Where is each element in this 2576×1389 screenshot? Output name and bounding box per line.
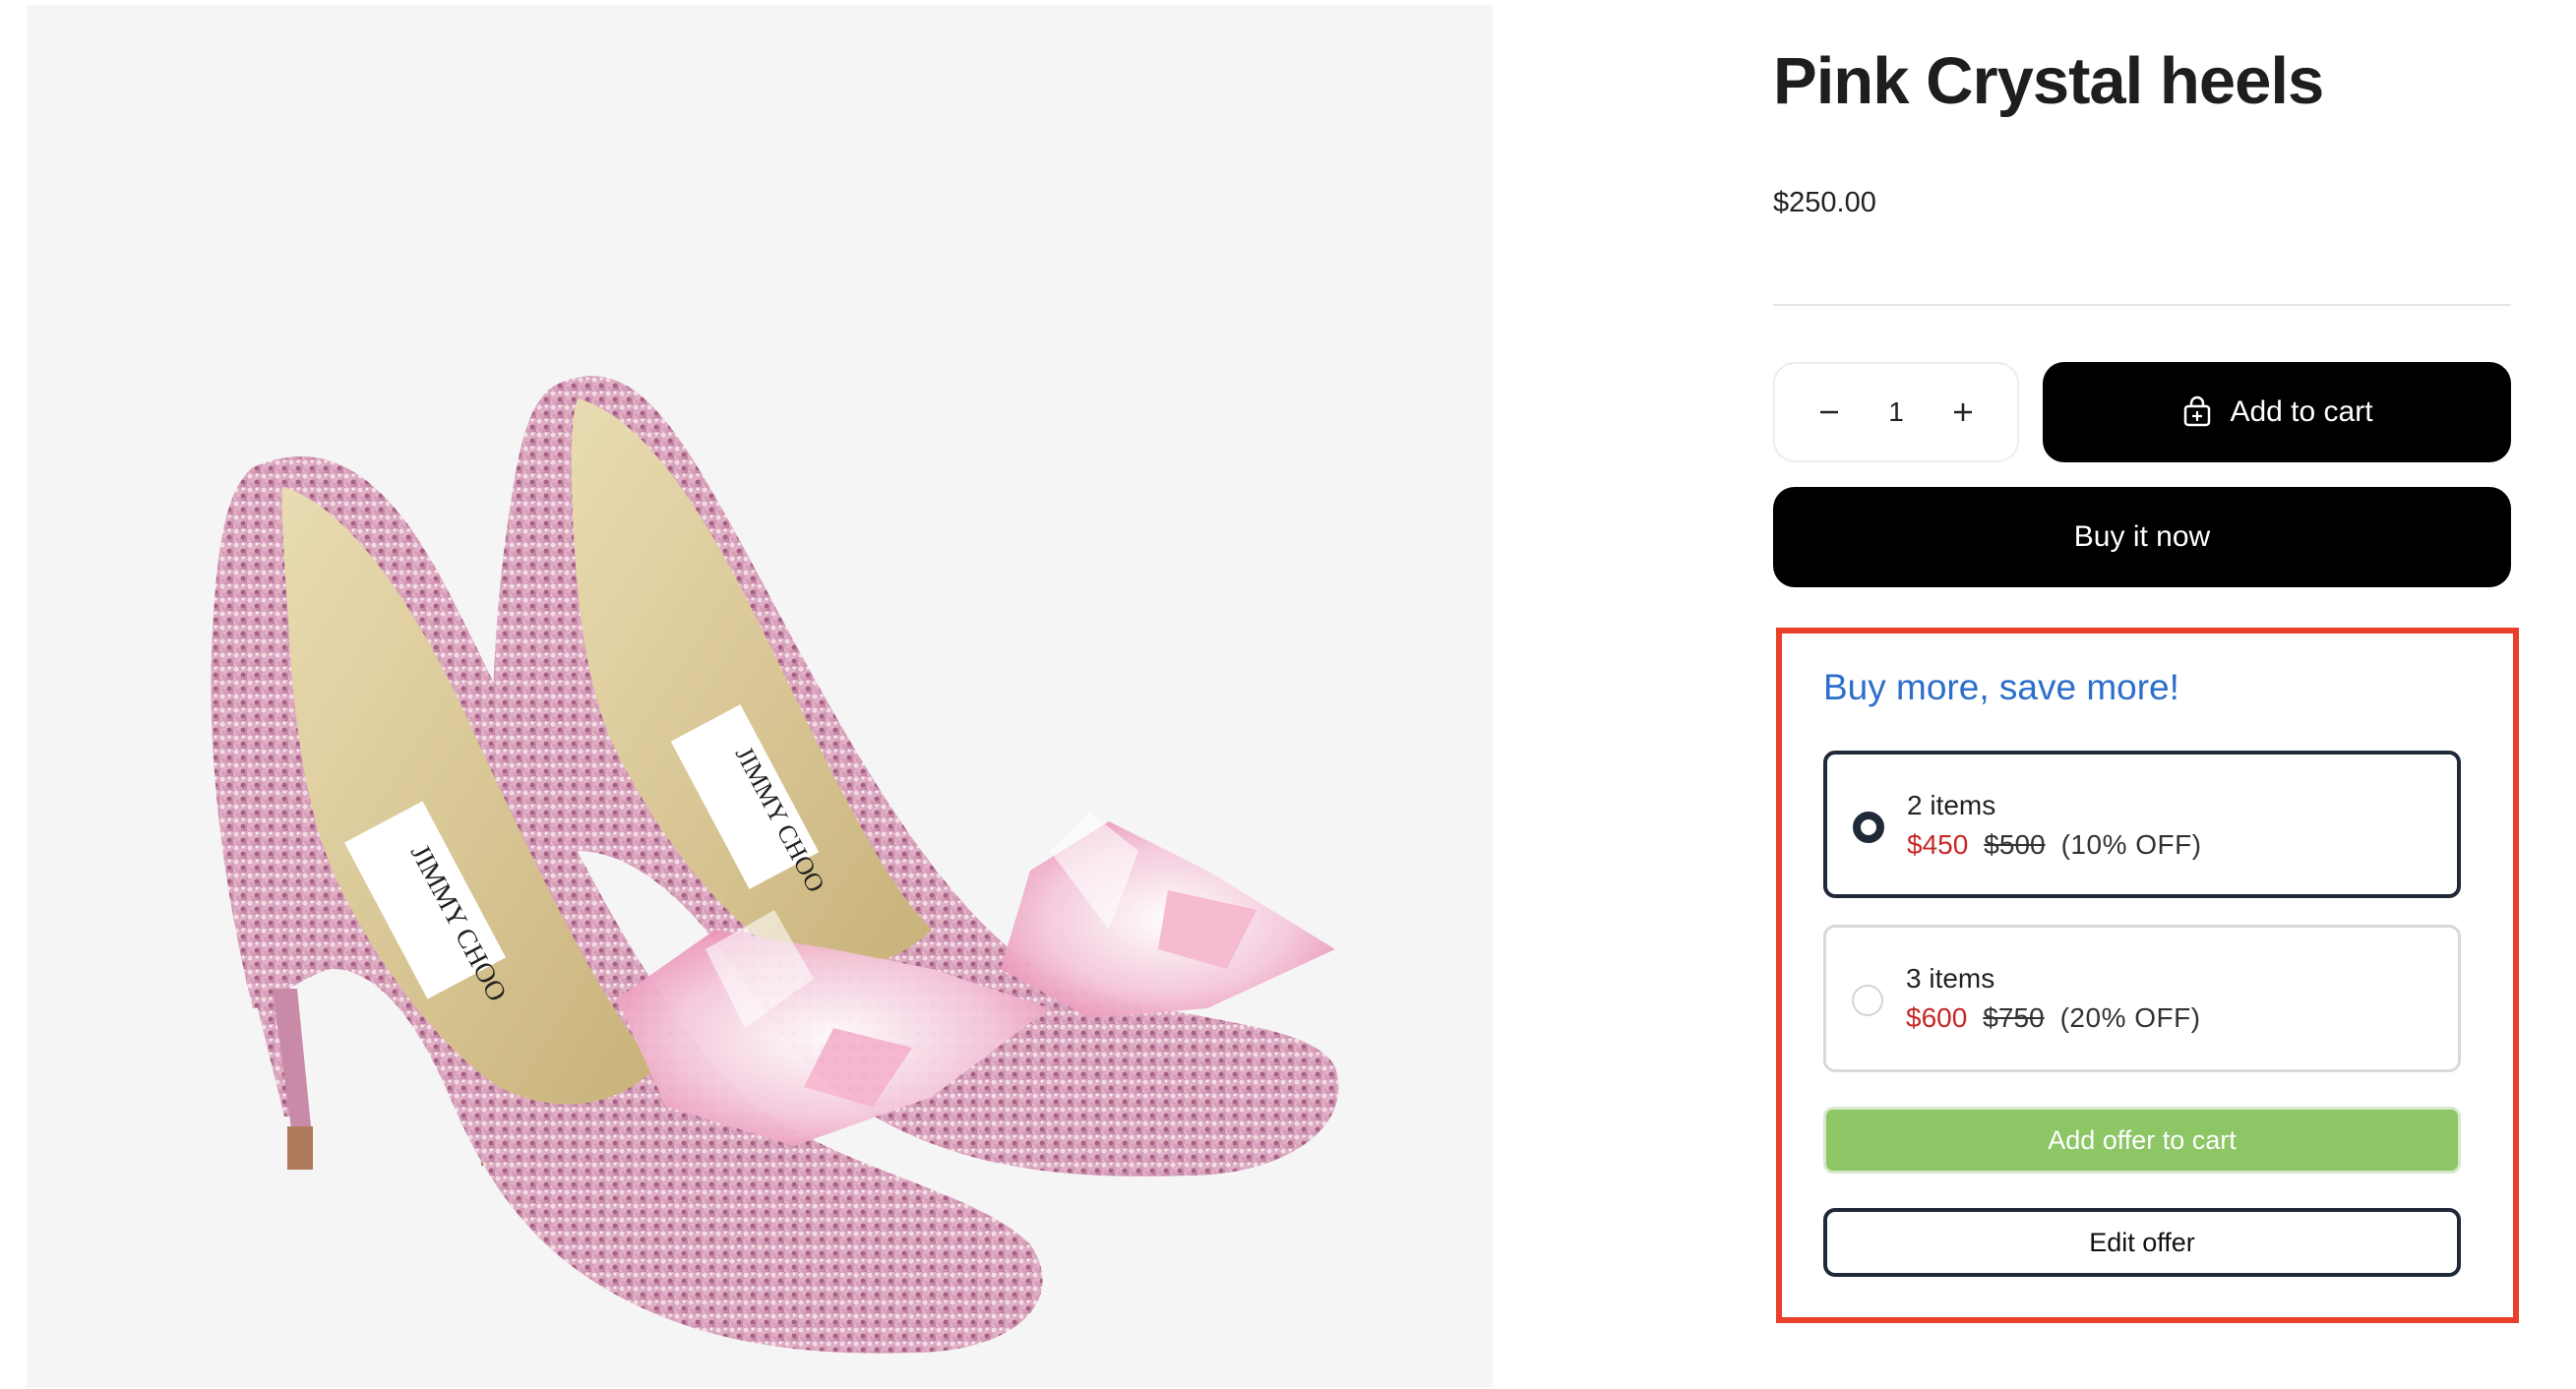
- buy-it-now-label: Buy it now: [2073, 520, 2211, 553]
- quantity-value[interactable]: 1: [1888, 396, 1904, 428]
- offer-original-price: $750: [1983, 1002, 2045, 1033]
- edit-offer-label: Edit offer: [2089, 1227, 2195, 1257]
- add-offer-to-cart-button[interactable]: Add offer to cart: [1823, 1107, 2461, 1174]
- add-offer-label: Add offer to cart: [2048, 1124, 2237, 1155]
- offer-tier-prices: $600 $750 (20% OFF): [1906, 1002, 2201, 1034]
- quantity-increase-button[interactable]: [1938, 388, 1988, 437]
- offer-original-price: $500: [1984, 829, 2046, 860]
- minus-icon: [1820, 410, 1838, 414]
- product-photo: JIMMY CHOO JIMMY CHOO: [27, 5, 1493, 1387]
- add-to-cart-label: Add to cart: [2230, 395, 2373, 428]
- divider: [1773, 304, 2511, 306]
- offer-heading: Buy more, save more!: [1823, 667, 2179, 707]
- offer-tier-label: 2 items: [1907, 790, 1996, 820]
- offer-sale-price: $450: [1907, 829, 1969, 860]
- plus-icon: [1953, 403, 1972, 421]
- offer-tier-3-items[interactable]: 3 items $600 $750 (20% OFF): [1823, 925, 2461, 1072]
- offer-discount: (10% OFF): [2060, 829, 2202, 860]
- product-image[interactable]: JIMMY CHOO JIMMY CHOO: [27, 5, 1493, 1387]
- buy-it-now-button[interactable]: Buy it now: [1773, 487, 2511, 587]
- quantity-stepper: 1: [1773, 362, 2019, 462]
- offer-tier-radio[interactable]: [1852, 985, 1883, 1016]
- add-to-cart-button[interactable]: Add to cart: [2043, 362, 2511, 462]
- offer-sale-price: $600: [1906, 1002, 1968, 1033]
- offer-discount: (20% OFF): [2059, 1002, 2201, 1033]
- offer-tier-label: 3 items: [1906, 963, 1995, 994]
- product-price: $250.00: [1773, 187, 1876, 218]
- edit-offer-button[interactable]: Edit offer: [1823, 1208, 2461, 1277]
- quantity-decrease-button[interactable]: [1805, 388, 1854, 437]
- offer-tier-radio[interactable]: [1853, 812, 1884, 843]
- shopping-bag-icon: [2184, 395, 2211, 427]
- offer-tier-2-items[interactable]: 2 items $450 $500 (10% OFF): [1823, 751, 2461, 898]
- offer-tier-prices: $450 $500 (10% OFF): [1907, 829, 2202, 861]
- product-title: Pink Crystal heels: [1773, 44, 2324, 118]
